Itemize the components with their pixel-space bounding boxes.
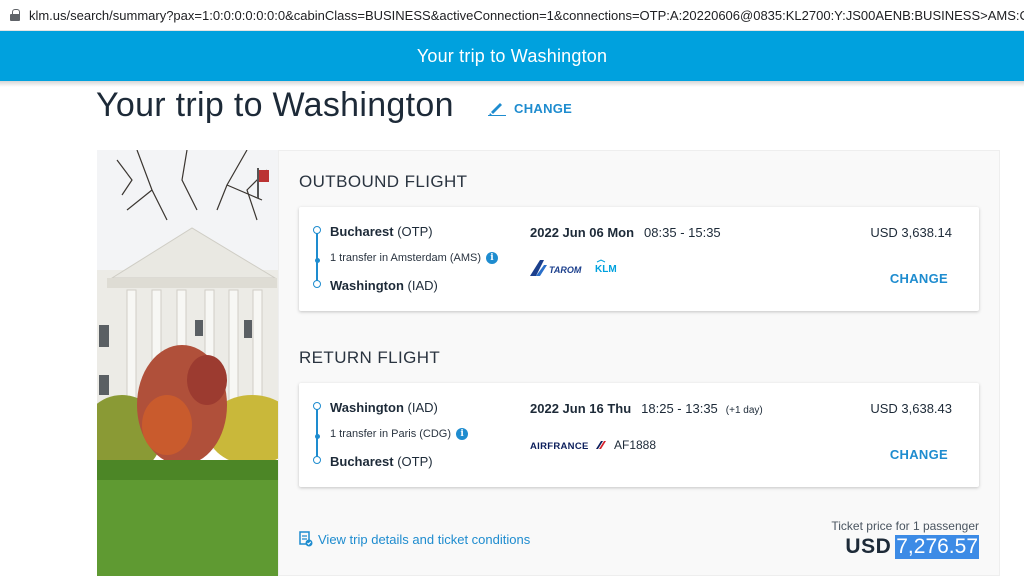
lock-icon [10,9,20,21]
origin-city-code: (OTP) [397,224,433,239]
outbound-schedule: 2022 Jun 06 Mon 08:35 - 15:35 [530,225,721,240]
flight-time: 18:25 - 13:35 [641,401,718,416]
origin-marker [313,226,321,234]
page-title: Your trip to Washington [96,86,454,124]
origin-city-code: (IAD) [407,400,438,415]
info-icon[interactable]: i [456,428,469,440]
origin-city-name: Bucharest [330,224,394,239]
airfrance-logo-icon: AIRFRANCE [530,441,606,451]
return-price: USD 3,638.43 [870,401,952,416]
flight-date: 2022 Jun 06 Mon [530,225,635,240]
airfrance-label: AIRFRANCE [530,441,589,451]
change-trip-label: CHANGE [514,100,573,116]
return-flight-card: Washington (IAD) 1 transfer in Paris (CD… [299,383,979,487]
destination-city-name: Bucharest [330,454,394,469]
origin-city: Bucharest (OTP) [330,224,433,239]
document-icon [299,531,313,547]
tarom-klm-logo-icon: TAROM KLM [530,259,617,276]
return-route: Washington (IAD) 1 transfer in Paris (CD… [313,397,513,477]
flight-number: AF1888 [614,438,657,452]
header-title: Your trip to Washington [416,45,608,66]
return-section-title: RETURN FLIGHT [299,348,441,367]
total-amount[interactable]: 7,276.57 [895,535,979,559]
origin-marker [313,402,321,410]
transfer-marker [314,434,320,439]
return-change-button[interactable]: CHANGE [890,447,948,462]
outbound-carriers: TAROM KLM [530,259,622,277]
destination-city: Washington (IAD) [330,278,438,293]
destination-marker [313,456,321,464]
transfer-info: 1 transfer in Amsterdam (AMS) i [330,252,498,264]
outbound-price: USD 3,638.14 [870,225,952,240]
day-offset: (+1 day) [725,405,763,416]
outbound-flight-card: Bucharest (OTP) 1 transfer in Amsterdam … [299,207,979,311]
info-icon[interactable]: i [486,252,498,264]
flight-date: 2022 Jun 16 Thu [530,401,632,416]
destination-marker [313,280,321,288]
browser-address-bar[interactable]: klm.us/search/summary?pax=1:0:0:0:0:0:0:… [0,0,1024,31]
outbound-section-title: OUTBOUND FLIGHT [299,172,468,191]
outbound-change-button[interactable]: CHANGE [890,271,948,286]
transfer-text: 1 transfer in Paris (CDG) [330,428,452,440]
trip-details-link[interactable]: View trip details and ticket conditions [299,531,530,547]
outbound-route: Bucharest (OTP) 1 transfer in Amsterdam … [313,221,513,301]
change-trip-button[interactable]: CHANGE [488,100,572,116]
transfer-info: 1 transfer in Paris (CDG) i [330,428,469,440]
destination-city-code: (OTP) [397,454,433,469]
site-header: Your trip to Washington [0,31,1024,81]
flight-time: 08:35 - 15:35 [644,225,721,240]
destination-city-name: Washington [330,278,404,293]
transfer-text: 1 transfer in Amsterdam (AMS) [330,252,481,264]
destination-city-code: (IAD) [407,278,438,293]
destination-city: Bucharest (OTP) [330,454,433,469]
destination-photo [97,150,278,576]
tarom-label: TAROM [549,265,582,275]
origin-city-name: Washington [330,400,404,415]
total-currency: USD [845,535,892,558]
return-carrier: AIRFRANCE AF1888 [530,438,656,452]
total-price: USD 7,276.57 [845,535,979,559]
return-schedule: 2022 Jun 16 Thu 18:25 - 13:35 (+1 day) [530,401,763,416]
url-text[interactable]: klm.us/search/summary?pax=1:0:0:0:0:0:0:… [29,8,1024,23]
trip-details-label: View trip details and ticket conditions [318,531,531,547]
origin-city: Washington (IAD) [330,400,438,415]
pencil-icon [488,103,506,116]
transfer-marker [314,258,320,263]
klm-label: KLM [595,264,617,275]
ticket-price-label: Ticket price for 1 passenger [831,519,979,533]
